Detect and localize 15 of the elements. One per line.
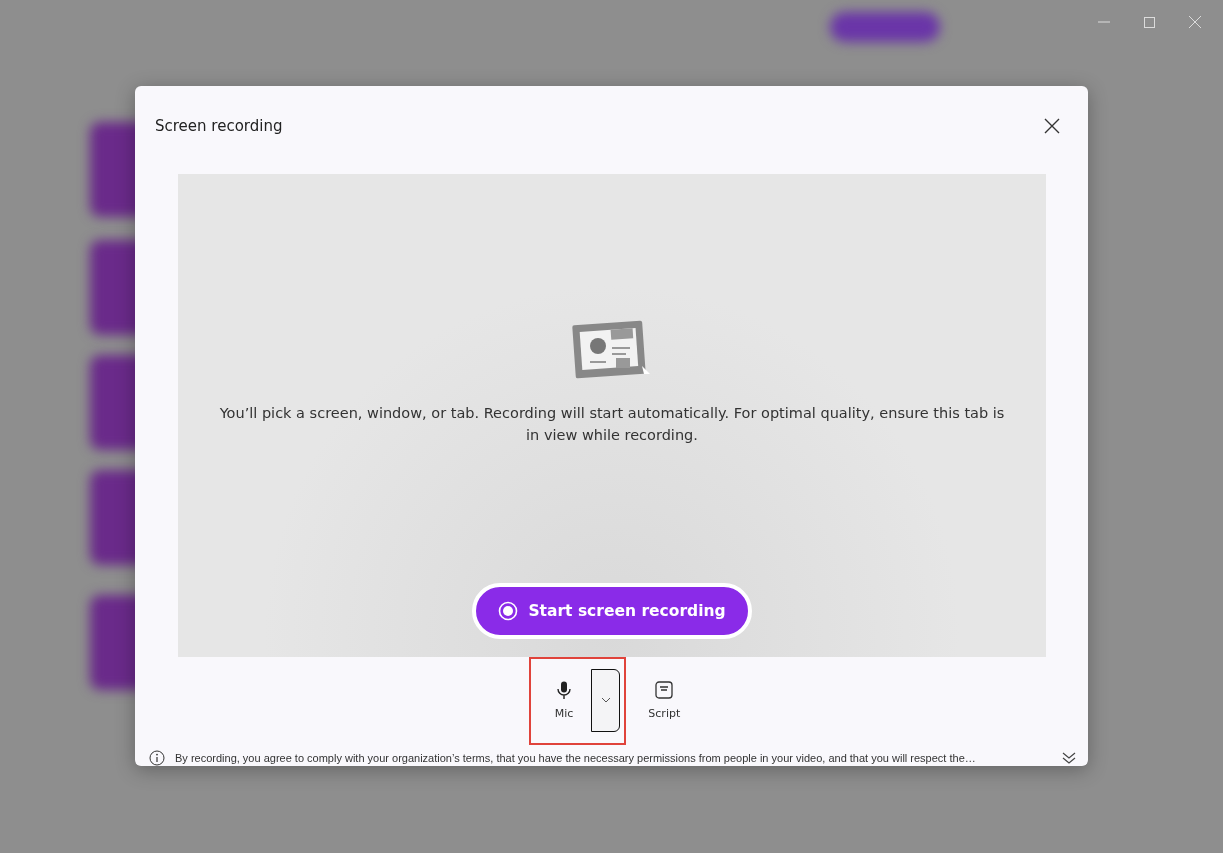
dialog-title: Screen recording — [155, 116, 283, 135]
start-recording-button[interactable]: Start screen recording — [472, 582, 752, 639]
chevron-down-icon — [600, 697, 611, 704]
presentation-illustration-icon — [572, 319, 652, 380]
document-icon — [655, 680, 674, 699]
dropdown-button[interactable] — [591, 668, 621, 732]
double-chevron-down-icon[interactable] — [1062, 752, 1076, 764]
close-icon[interactable] — [1044, 117, 1060, 134]
script-button[interactable]: Script — [644, 680, 685, 720]
record-icon — [498, 600, 519, 621]
info-icon — [149, 750, 165, 766]
mic-button[interactable]: Mic — [550, 680, 578, 720]
microphone-icon — [557, 680, 572, 699]
consent-notice: By recording, you agree to comply with your organization’s terms, that you have the necessary permissions from people in your video, and that you will respect the… — [175, 752, 977, 764]
instruction-text: You’ll pick a screen, window, or tab. Recording will start automatically. For optimal quality, ensure this tab is in view while recording. — [218, 403, 1006, 445]
